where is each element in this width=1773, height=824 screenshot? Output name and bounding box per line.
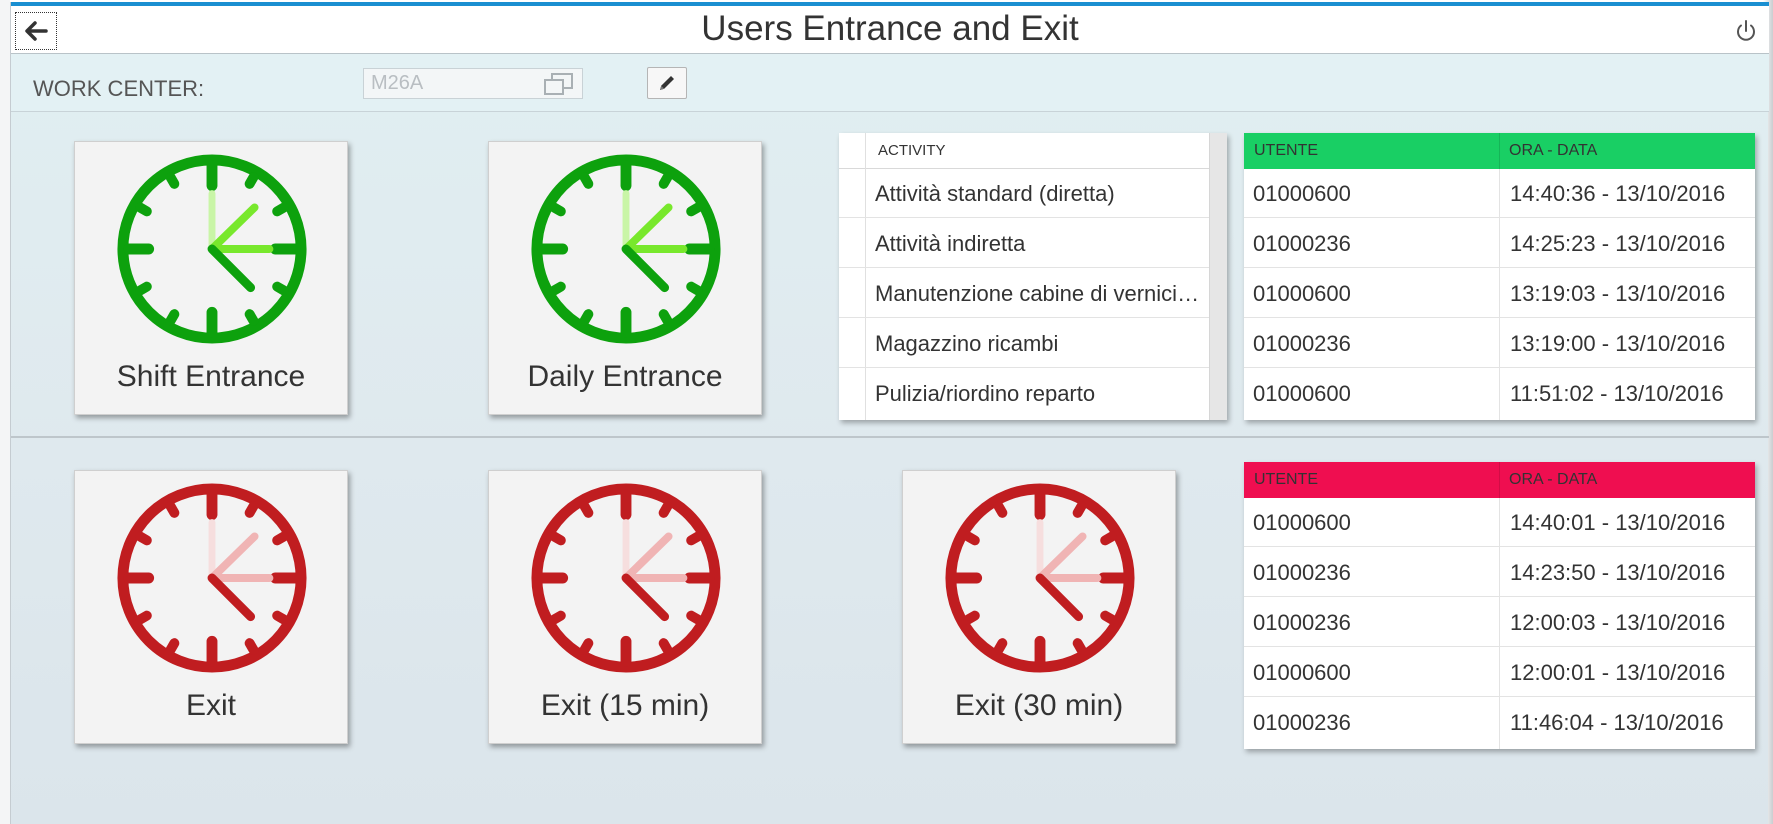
section-divider [11,436,1769,438]
activity-cell: Manutenzione cabine di verniciatura [875,281,1205,306]
tile-label: Daily Entrance [527,360,723,393]
user-cell: 01000600 [1253,510,1351,535]
red-clock-icon [941,479,1139,677]
column-header-ora-data[interactable]: ORA - DATA [1509,133,1597,169]
activity-table: ACTIVITY Attività standard (diretta) Att… [839,133,1227,420]
table-row[interactable]: Attività indiretta [839,219,1209,268]
daily-entrance-tile[interactable]: Daily Entrance [488,141,762,415]
exit-30-min-tile[interactable]: Exit (30 min) [902,470,1176,744]
table-scrollbar[interactable] [1209,133,1227,420]
table-row[interactable]: 01000236 14:23:50 - 13/10/2016 [1244,548,1755,597]
time-date-cell: 11:51:02 - 13/10/2016 [1510,381,1724,406]
green-clock-icon [113,150,311,348]
time-date-cell: 13:19:03 - 13/10/2016 [1510,281,1726,306]
entrance-log-table: UTENTE ORA - DATA 01000600 14:40:36 - 13… [1244,133,1755,420]
exit-tile[interactable]: Exit [74,470,348,744]
activity-table-header: ACTIVITY [839,133,1227,169]
table-row[interactable]: Manutenzione cabine di verniciatura [839,269,1209,318]
power-icon [1737,20,1755,41]
tile-label: Exit (30 min) [954,689,1124,722]
time-date-cell: 12:00:03 - 13/10/2016 [1510,610,1726,635]
edit-work-center-button[interactable] [647,67,687,99]
time-date-cell: 11:46:04 - 13/10/2016 [1510,710,1724,735]
column-header-utente[interactable]: UTENTE [1254,133,1318,169]
user-cell: 01000600 [1253,660,1351,685]
tile-label: Exit (15 min) [540,689,710,722]
red-clock-icon [113,479,311,677]
table-row[interactable]: 01000600 13:19:03 - 13/10/2016 [1244,269,1755,318]
column-header-utente[interactable]: UTENTE [1254,462,1318,498]
green-clock-icon [527,150,725,348]
activity-cell: Pulizia/riordino reparto [875,381,1096,406]
time-date-cell: 14:23:50 - 13/10/2016 [1510,560,1726,585]
user-cell: 01000600 [1253,281,1351,306]
time-date-cell: 14:40:36 - 13/10/2016 [1510,181,1726,206]
column-header-activity[interactable]: ACTIVITY [878,133,946,169]
tile-label: Exit [185,689,236,722]
exit-log-header: UTENTE ORA - DATA [1244,462,1755,498]
arrow-left-icon [25,21,48,41]
table-row[interactable]: 01000600 11:51:02 - 13/10/2016 [1244,369,1755,418]
value-help-icon[interactable] [543,72,575,96]
header-separator [1499,462,1500,498]
user-cell: 01000600 [1253,381,1351,406]
window-left-edge [0,0,10,824]
logoff-button[interactable] [1731,16,1761,46]
work-center-bar: WORK CENTER: M26A [11,54,1769,112]
table-row[interactable]: Attività standard (diretta) [839,169,1209,218]
table-row[interactable]: 01000236 14:25:23 - 13/10/2016 [1244,219,1755,268]
main-app: Users Entrance and Exit WORK CENTER: M26… [10,2,1769,824]
table-row[interactable]: 01000600 14:40:36 - 13/10/2016 [1244,169,1755,218]
work-center-label: WORK CENTER: [33,76,205,101]
table-row[interactable]: Magazzino ricambi [839,319,1209,368]
table-row[interactable]: 01000600 14:40:01 - 13/10/2016 [1244,498,1755,547]
column-header-ora-data[interactable]: ORA - DATA [1509,462,1597,498]
table-row[interactable]: 01000236 13:19:00 - 13/10/2016 [1244,319,1755,368]
time-date-cell: 14:40:01 - 13/10/2016 [1510,510,1726,535]
back-button[interactable] [15,12,57,50]
red-clock-icon [527,479,725,677]
user-cell: 01000236 [1253,710,1351,735]
page-title: Users Entrance and Exit [701,9,1079,48]
entrance-log-header: UTENTE ORA - DATA [1244,133,1755,169]
exit-log-table: UTENTE ORA - DATA 01000600 14:40:01 - 13… [1244,462,1755,749]
row-selector-header [839,133,866,169]
exit-15-min-tile[interactable]: Exit (15 min) [488,470,762,744]
table-row[interactable]: 01000236 12:00:03 - 13/10/2016 [1244,598,1755,647]
tile-label: Shift Entrance [116,360,306,393]
activity-cell: Attività standard (diretta) [875,181,1115,206]
user-cell: 01000600 [1253,181,1351,206]
app-window: Users Entrance and Exit WORK CENTER: M26… [0,0,1773,824]
shift-entrance-tile[interactable]: Shift Entrance [74,141,348,415]
table-row[interactable]: 01000600 12:00:01 - 13/10/2016 [1244,648,1755,697]
activity-cell: Magazzino ricambi [875,331,1059,356]
user-cell: 01000236 [1253,560,1351,585]
shell-header: Users Entrance and Exit [11,2,1769,54]
header-separator [1499,133,1500,169]
user-cell: 01000236 [1253,331,1351,356]
user-cell: 01000236 [1253,610,1351,635]
table-row[interactable]: Pulizia/riordino reparto [839,369,1209,418]
pencil-icon [660,76,674,90]
table-row[interactable]: 01000236 11:46:04 - 13/10/2016 [1244,698,1755,747]
time-date-cell: 12:00:01 - 13/10/2016 [1510,660,1726,685]
activity-cell: Attività indiretta [875,231,1026,256]
time-date-cell: 13:19:00 - 13/10/2016 [1510,331,1726,356]
user-cell: 01000236 [1253,231,1351,256]
time-date-cell: 14:25:23 - 13/10/2016 [1510,231,1726,256]
